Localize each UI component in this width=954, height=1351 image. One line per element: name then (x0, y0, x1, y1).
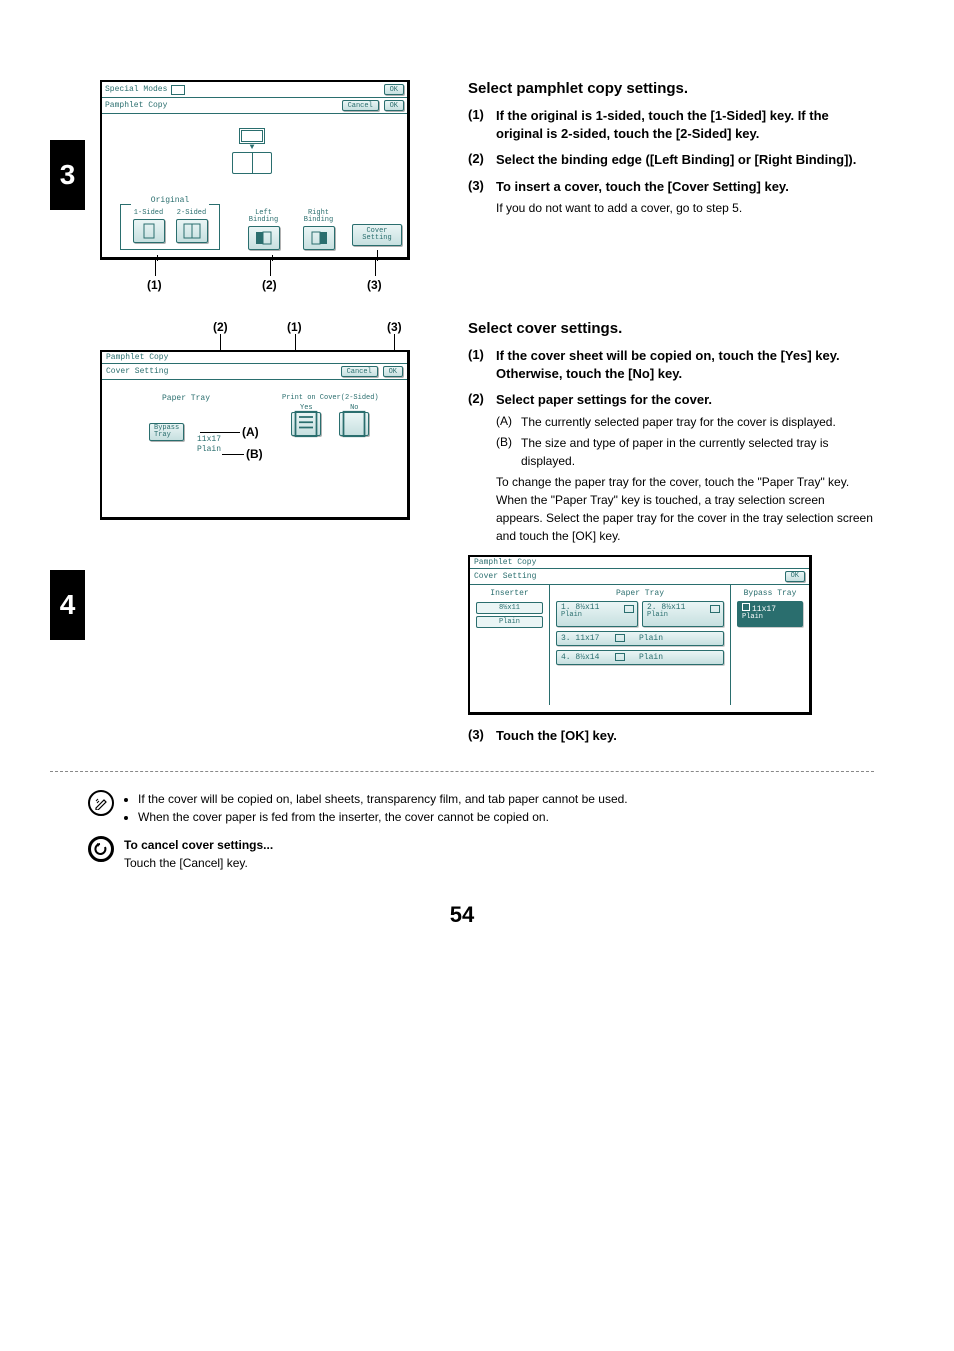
callout-2: (2) (262, 278, 277, 292)
cancel-note-title: To cancel cover settings... (124, 836, 874, 854)
bypass-tray-label: Bypass Tray (737, 589, 803, 598)
step4-item1: If the cover sheet will be copied on, to… (496, 347, 874, 383)
cancel-button[interactable]: Cancel (342, 100, 379, 111)
callout-2: (2) (213, 320, 228, 334)
paper-info: 11x17 Plain (197, 435, 221, 454)
step3-item1: If the original is 1-sided, touch the [1… (496, 107, 874, 143)
paper-tray-button[interactable]: Bypass Tray (149, 423, 184, 441)
callout-3: (3) (387, 320, 402, 334)
special-modes-label: Special Modes (105, 85, 167, 94)
step3-item3: To insert a cover, touch the [Cover Sett… (496, 179, 789, 194)
one-sided-button[interactable] (133, 219, 165, 243)
step3-title: Select pamphlet copy settings. (468, 80, 874, 97)
step3-item2: Select the binding edge ([Left Binding] … (496, 151, 874, 169)
step-number: 4 (50, 570, 85, 640)
tray-3-button[interactable]: 3. 11x17Plain (556, 631, 724, 646)
ok-button[interactable]: OK (383, 366, 403, 377)
cover-setting-label: Cover Setting (106, 367, 168, 376)
tray-icon (615, 653, 625, 661)
cancel-note-block: To cancel cover settings... Touch the [C… (88, 836, 874, 872)
paper-tray-header: Paper Tray (556, 589, 724, 598)
return-icon (88, 836, 114, 862)
print-on-cover-yes-button[interactable] (291, 412, 321, 436)
inserter-label: Inserter (476, 589, 543, 598)
tray-2-button[interactable]: 2. 8½x11Plain (642, 601, 724, 627)
callout-3: (3) (367, 278, 382, 292)
pamphlet-copy-label: Pamphlet Copy (105, 101, 167, 110)
original-group: Original 1-Sided 2-Sided (120, 204, 220, 250)
step4-title: Select cover settings. (468, 320, 874, 337)
left-binding-button[interactable] (248, 226, 280, 250)
step4-item3: Touch the [OK] key. (496, 727, 874, 745)
page-number: 54 (50, 902, 874, 928)
ok-button[interactable]: OK (785, 571, 805, 582)
bypass-tray-button[interactable]: 11x17 Plain (737, 601, 803, 627)
right-binding-button[interactable] (303, 226, 335, 250)
book-icon (171, 85, 185, 95)
note-block: If the cover will be copied on, label sh… (88, 790, 874, 826)
paper-tray-selection-screenshot: Pamphlet Copy Cover Setting OK Inserter … (468, 555, 812, 715)
note-bullet-1: If the cover will be copied on, label sh… (138, 790, 874, 808)
pamphlet-copy-screenshot: Special Modes OK Pamphlet Copy Cancel OK (100, 80, 410, 260)
pencil-icon (88, 790, 114, 816)
callout-1: (1) (287, 320, 302, 334)
tray-4-button[interactable]: 4. 8½x14Plain (556, 650, 724, 665)
step4-item2: Select paper settings for the cover. (496, 392, 712, 407)
annotation-A: (A) (242, 425, 259, 439)
divider (50, 771, 874, 772)
note-bullet-2: When the cover paper is fed from the ins… (138, 808, 874, 826)
cancel-button[interactable]: Cancel (341, 366, 378, 377)
bypass-icon (742, 603, 750, 611)
tray-1-button[interactable]: 1. 8½x11Plain (556, 601, 638, 627)
cover-setting-screenshot: Pamphlet Copy Cover Setting Cancel OK Pa… (100, 350, 410, 520)
inserter-type: Plain (476, 616, 543, 628)
step-number: 3 (50, 140, 85, 210)
tray-icon (710, 605, 720, 613)
annotation-B: (B) (246, 447, 263, 461)
pamphlet-graphic: ▼ (222, 128, 282, 198)
print-on-cover-no-button[interactable] (339, 412, 369, 436)
callout-1: (1) (147, 278, 162, 292)
tray-icon (624, 605, 634, 613)
inserter-size: 8½x11 (476, 602, 543, 614)
tray-icon (615, 634, 625, 642)
two-sided-button[interactable] (176, 219, 208, 243)
paper-tray-label: Paper Tray (162, 394, 210, 403)
ok-button[interactable]: OK (384, 100, 404, 111)
cancel-note-text: Touch the [Cancel] key. (124, 854, 874, 872)
ok-button[interactable]: OK (384, 84, 404, 95)
cover-setting-button[interactable]: Cover Setting (352, 224, 402, 246)
